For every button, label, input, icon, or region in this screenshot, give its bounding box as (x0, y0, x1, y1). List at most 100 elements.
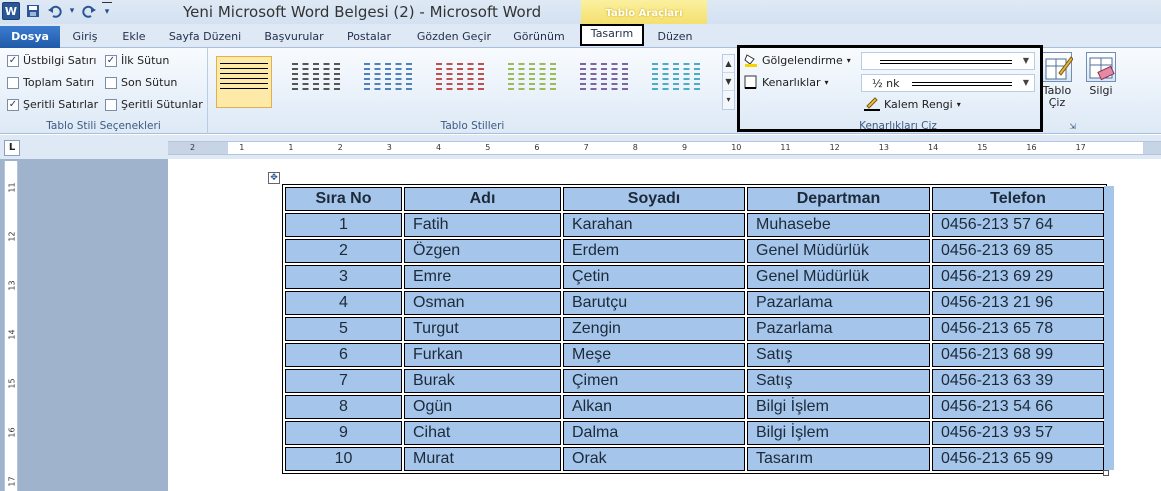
redo-icon[interactable] (80, 2, 98, 20)
table-cell[interactable]: Genel Müdürlük (747, 265, 930, 289)
table-cell[interactable]: 0456-213 68 99 (932, 343, 1104, 367)
customize-toolbar-icon[interactable]: ▾ (102, 2, 112, 20)
table-cell[interactable]: 2 (285, 239, 402, 263)
table-style-swatch[interactable] (432, 56, 488, 108)
table-cell[interactable]: Çimen (563, 369, 745, 393)
table-cell[interactable]: Ogün (404, 395, 561, 419)
tab-review[interactable]: Gözden Geçir (412, 27, 496, 47)
table-cell[interactable]: Bilgi İşlem (747, 421, 930, 445)
checkbox-icon[interactable]: ✓ (7, 98, 19, 111)
header-cell-adi[interactable]: Adı (404, 187, 561, 211)
table-cell[interactable]: 0456-213 69 29 (932, 265, 1104, 289)
draw-table-button[interactable]: Tablo Çiz (1038, 52, 1076, 109)
table-cell[interactable]: Osman (404, 291, 561, 315)
table-cell[interactable]: 1 (285, 213, 402, 237)
tab-mailings[interactable]: Postalar (342, 27, 396, 47)
dialog-launcher-icon[interactable]: ⇲ (1069, 122, 1076, 131)
table-cell[interactable]: Tasarım (747, 447, 930, 471)
table-cell[interactable]: Özgen (404, 239, 561, 263)
checkbox-icon[interactable] (105, 98, 117, 111)
table-cell[interactable]: Çetin (563, 265, 745, 289)
table-cell[interactable]: Dalma (563, 421, 745, 445)
checkbox-icon[interactable] (7, 76, 19, 89)
table-cell[interactable]: 4 (285, 291, 402, 315)
table-cell[interactable]: Genel Müdürlük (747, 239, 930, 263)
table-cell[interactable]: Turgut (404, 317, 561, 341)
table-cell[interactable]: Fatih (404, 213, 561, 237)
table-cell[interactable]: Pazarlama (747, 317, 930, 341)
save-icon[interactable] (24, 2, 42, 20)
table-cell[interactable]: Orak (563, 447, 745, 471)
tab-selector-icon[interactable]: L (4, 140, 20, 156)
last-column-checkbox[interactable]: Son Sütun (105, 76, 177, 89)
gallery-up-icon[interactable]: ▲ (723, 55, 734, 73)
table-cell[interactable]: 8 (285, 395, 402, 419)
table-cell[interactable]: Meşe (563, 343, 745, 367)
table-cell[interactable]: Barutçu (563, 291, 745, 315)
table-cell[interactable]: 5 (285, 317, 402, 341)
table-cell[interactable]: 0456-213 69 85 (932, 239, 1104, 263)
table-cell[interactable]: Zengin (563, 317, 745, 341)
table-cell[interactable]: Satış (747, 343, 930, 367)
table-cell[interactable]: Bilgi İşlem (747, 395, 930, 419)
gallery-down-icon[interactable]: ▼ (723, 73, 734, 91)
tab-insert[interactable]: Ekle (116, 27, 152, 47)
table-cell[interactable]: 10 (285, 447, 402, 471)
header-cell-telefon[interactable]: Telefon (932, 187, 1104, 211)
tab-file[interactable]: Dosya (0, 26, 60, 48)
table-cell[interactable]: 3 (285, 265, 402, 289)
table-cell[interactable]: 0456-213 93 57 (932, 421, 1104, 445)
table-move-handle-icon[interactable]: ✥ (268, 172, 280, 184)
table-cell[interactable]: Satış (747, 369, 930, 393)
tab-page-layout[interactable]: Sayfa Düzeni (166, 27, 244, 47)
header-cell-sira-no[interactable]: Sıra No (285, 187, 402, 211)
table-cell[interactable]: Cihat (404, 421, 561, 445)
horizontal-ruler[interactable]: 2 1 1 2 3 4 5 6 7 8 9 10 11 12 13 14 15 16 17 (168, 141, 1161, 155)
table-cell[interactable]: Alkan (563, 395, 745, 419)
table-cell[interactable]: 0456-213 57 64 (932, 213, 1104, 237)
table-cell[interactable]: Muhasebe (747, 213, 930, 237)
table-cell[interactable]: Karahan (563, 213, 745, 237)
table-cell[interactable]: Burak (404, 369, 561, 393)
table-cell[interactable]: Pazarlama (747, 291, 930, 315)
total-row-checkbox[interactable]: Toplam Satırı (7, 76, 94, 89)
tab-home[interactable]: Giriş (66, 27, 104, 47)
banded-columns-checkbox[interactable]: Şeritli Sütunlar (105, 98, 203, 111)
table-cell[interactable]: 0456-213 21 96 (932, 291, 1104, 315)
table-style-swatch[interactable] (504, 56, 560, 108)
data-table[interactable]: Sıra No Adı Soyadı Departman Telefon 1 Fa… (282, 184, 1107, 474)
table-cell[interactable]: 6 (285, 343, 402, 367)
table-cell[interactable]: 0456-213 63 39 (932, 369, 1104, 393)
word-logo-icon[interactable]: W (2, 2, 20, 20)
table-cell[interactable]: Furkan (404, 343, 561, 367)
table-cell[interactable]: 0456-213 65 78 (932, 317, 1104, 341)
header-row-checkbox[interactable]: ✓ Üstbilgi Satırı (7, 54, 96, 67)
table-style-swatch[interactable] (216, 56, 272, 108)
table-cell[interactable]: 0456-213 65 99 (932, 447, 1104, 471)
header-cell-departman[interactable]: Departman (747, 187, 930, 211)
undo-icon[interactable] (46, 2, 64, 20)
tab-layout[interactable]: Düzen (650, 27, 700, 47)
table-cell[interactable]: Erdem (563, 239, 745, 263)
first-column-checkbox[interactable]: ✓ İlk Sütun (105, 54, 169, 67)
table-cell[interactable]: 0456-213 54 66 (932, 395, 1104, 419)
table-resize-handle[interactable] (1103, 470, 1109, 476)
table-cell[interactable]: 7 (285, 369, 402, 393)
table-cell[interactable]: Murat (404, 447, 561, 471)
table-style-swatch[interactable] (360, 56, 416, 108)
undo-dropdown-icon[interactable]: ▾ (68, 2, 76, 20)
table-cell[interactable]: Emre (404, 265, 561, 289)
gallery-scroll[interactable]: ▲ ▼ ▾ (722, 54, 735, 110)
header-cell-soyadi[interactable]: Soyadı (563, 187, 745, 211)
table-style-swatch[interactable] (648, 56, 704, 108)
checkbox-icon[interactable] (105, 76, 117, 89)
table-style-swatch[interactable] (576, 56, 632, 108)
vertical-ruler[interactable]: 11 12 13 14 15 16 17 (4, 161, 18, 491)
checkbox-icon[interactable]: ✓ (7, 54, 19, 67)
gallery-more-icon[interactable]: ▾ (723, 91, 734, 109)
tab-view[interactable]: Görünüm (508, 27, 570, 47)
table-style-swatch[interactable] (288, 56, 344, 108)
tab-design[interactable]: Tasarım (580, 24, 644, 46)
banded-rows-checkbox[interactable]: ✓ Şeritli Satırlar (7, 98, 98, 111)
checkbox-icon[interactable]: ✓ (105, 54, 117, 67)
